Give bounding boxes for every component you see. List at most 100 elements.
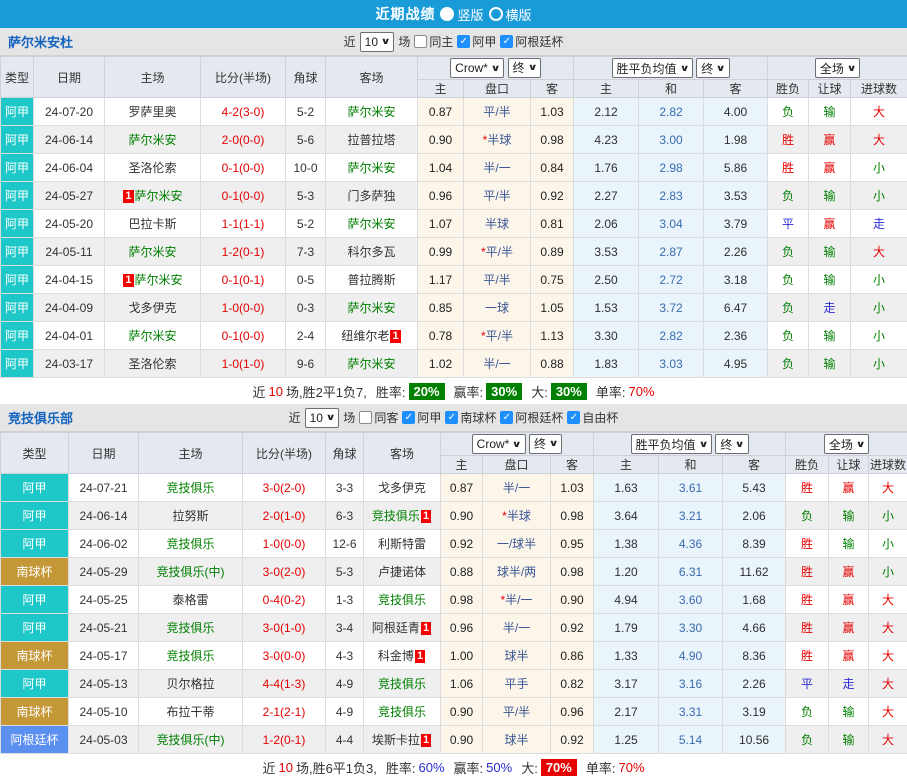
same-venue-checkbox[interactable]: 同客 xyxy=(359,409,398,426)
table-row: 阿甲24-05-20巴拉卡斯1-1(1-1)5-2萨尔米安1.07半球0.812… xyxy=(1,210,907,238)
home-team: 萨尔米安 xyxy=(105,126,201,154)
odds-company-select[interactable]: Crow*∨ xyxy=(450,58,504,78)
radio-portrait-label: 竖版 xyxy=(457,5,483,24)
home-team-name: 贝尔格拉 xyxy=(166,677,214,691)
home-team-name: 巴拉卡斯 xyxy=(128,217,176,231)
home-team: 萨尔米安 xyxy=(105,322,201,350)
avg-time-select[interactable]: 终∨ xyxy=(696,58,729,78)
summary-stat-value: 20% xyxy=(409,383,445,400)
away-team-name: 竞技俱乐 xyxy=(378,705,426,719)
avg-odds-win: 3.64 xyxy=(594,502,659,530)
league-filter-checkbox[interactable]: ✓阿根廷杯 xyxy=(500,409,563,426)
odds-company-select[interactable]: Crow*∨ xyxy=(472,434,526,454)
handicap-text: 平/半 xyxy=(486,329,513,343)
avg-time-select[interactable]: 终∨ xyxy=(715,434,748,454)
home-team: 罗萨里奥 xyxy=(105,98,201,126)
avg-type-select[interactable]: 胜平负均值∨ xyxy=(612,58,693,78)
handicap-odds-away: 1.03 xyxy=(551,474,594,502)
fulltime-score: 2-1 xyxy=(263,705,280,719)
league-filter-checkbox[interactable]: ✓阿甲 xyxy=(457,33,496,50)
avg-odds-win: 2.12 xyxy=(574,98,639,126)
goals-result: 小 xyxy=(869,530,907,558)
home-team-name: 罗萨里奥 xyxy=(128,105,176,119)
league-filter-label: 阿甲 xyxy=(472,33,496,50)
layout-radio-landscape[interactable]: 横版 xyxy=(489,5,532,24)
league-filter-checkbox[interactable]: ✓自由杯 xyxy=(567,409,618,426)
league-filter-checkbox[interactable]: ✓阿根廷杯 xyxy=(500,33,563,50)
recent-count-select[interactable]: 10 ∨ xyxy=(360,32,395,52)
corners: 12-6 xyxy=(326,530,364,558)
table-row: 阿甲24-06-14萨尔米安2-0(0-0)5-6拉普拉塔0.90*半球0.98… xyxy=(1,126,907,154)
score: 0-1(0-0) xyxy=(201,322,286,350)
league-filter-checkbox[interactable]: ✓南球杯 xyxy=(445,409,496,426)
odds-time-select[interactable]: 终∨ xyxy=(529,434,562,454)
handicap-odds-home: 1.07 xyxy=(418,210,464,238)
handicap-line: 半/一 xyxy=(464,350,531,378)
avg-odds-win: 1.76 xyxy=(574,154,639,182)
handicap-line: 一球 xyxy=(464,294,531,322)
subcol-avg-away: 客 xyxy=(704,80,768,98)
handicap-line: 一/球半 xyxy=(483,530,551,558)
col-corner: 角球 xyxy=(286,57,326,98)
handicap-result: 输 xyxy=(809,266,851,294)
handicap-odds-home: 0.96 xyxy=(441,614,483,642)
scope-select[interactable]: 全场∨ xyxy=(815,58,860,78)
odds-time-select[interactable]: 终∨ xyxy=(508,58,541,78)
away-team-name: 卢捷诺体 xyxy=(378,565,426,579)
dropdown-arrow-icon: ∨ xyxy=(846,63,856,74)
home-team: 圣洛伦索 xyxy=(105,154,201,182)
handicap-line: 平/半 xyxy=(464,182,531,210)
table-row: 阿甲24-05-13贝尔格拉4-4(1-3)4-9竞技俱乐1.06平手0.823… xyxy=(1,670,907,698)
home-team-name: 泰格雷 xyxy=(172,593,208,607)
match-date: 24-07-21 xyxy=(69,474,139,502)
handicap-text: 一/球半 xyxy=(497,537,536,551)
scope-select[interactable]: 全场∨ xyxy=(824,434,869,454)
away-team: 萨尔米安 xyxy=(326,294,418,322)
score: 0-1(0-1) xyxy=(201,266,286,294)
league-type-badge: 南球杯 xyxy=(1,642,69,670)
fulltime-score: 1-0 xyxy=(222,301,239,315)
same-venue-checkbox[interactable]: 同主 xyxy=(414,33,453,50)
col-corner: 角球 xyxy=(326,433,364,474)
avg-odds-draw: 4.36 xyxy=(659,530,723,558)
section-title-bar: 萨尔米安杜 近 10 ∨ 场 同主 ✓阿甲✓阿根廷杯 xyxy=(0,28,907,56)
handicap-text: 球半 xyxy=(504,733,528,747)
recent-count-select[interactable]: 10 ∨ xyxy=(305,408,340,428)
home-team: 贝尔格拉 xyxy=(139,670,243,698)
fulltime-score: 1-2 xyxy=(263,733,280,747)
handicap-odds-away: 0.96 xyxy=(551,698,594,726)
red-card-badge: 1 xyxy=(421,734,431,747)
home-team-name: 竞技俱乐(中) xyxy=(157,565,225,579)
table-row: 阿甲24-04-151萨尔米安0-1(0-1)0-5普拉腾斯1.17平/半0.7… xyxy=(1,266,907,294)
filters: 近 10 ∨ 场 同主 ✓阿甲✓阿根廷杯 xyxy=(344,32,564,52)
halftime-score: (2-1) xyxy=(280,705,305,719)
avg-odds-win: 1.79 xyxy=(594,614,659,642)
table-row: 阿甲24-05-11萨尔米安1-2(0-1)7-3科尔多瓦0.99*平/半0.8… xyxy=(1,238,907,266)
handicap-line: 平/半 xyxy=(464,266,531,294)
result-wdl: 负 xyxy=(768,238,809,266)
score: 1-2(0-1) xyxy=(201,238,286,266)
match-date: 24-05-27 xyxy=(34,182,105,210)
goals-result: 大 xyxy=(851,98,907,126)
match-date: 24-06-14 xyxy=(69,502,139,530)
league-filter-checkbox[interactable]: ✓阿甲 xyxy=(402,409,441,426)
league-type-badge: 阿甲 xyxy=(1,154,34,182)
filters: 近 10 ∨ 场 同客 ✓阿甲✓南球杯✓阿根廷杯✓自由杯 xyxy=(289,408,619,428)
handicap-text: 半/一 xyxy=(483,357,510,371)
summary-stat-value: 50% xyxy=(486,760,512,775)
match-date: 24-04-01 xyxy=(34,322,105,350)
home-team-name: 拉努斯 xyxy=(172,509,208,523)
home-team-name: 萨尔米安 xyxy=(135,273,183,287)
avg-odds-lose: 4.00 xyxy=(704,98,768,126)
summary-stat-value: 30% xyxy=(551,383,587,400)
near-label: 近 xyxy=(344,33,356,50)
match-date: 24-06-02 xyxy=(69,530,139,558)
avg-odds-win: 1.33 xyxy=(594,642,659,670)
corners: 5-2 xyxy=(286,98,326,126)
avg-odds-win: 3.30 xyxy=(574,322,639,350)
halftime-score: (0-2) xyxy=(280,593,305,607)
layout-radio-portrait[interactable]: 竖版 xyxy=(440,5,483,24)
avg-type-select[interactable]: 胜平负均值∨ xyxy=(631,434,712,454)
handicap-odds-home: 1.00 xyxy=(441,642,483,670)
handicap-text: 半/一 xyxy=(483,161,510,175)
